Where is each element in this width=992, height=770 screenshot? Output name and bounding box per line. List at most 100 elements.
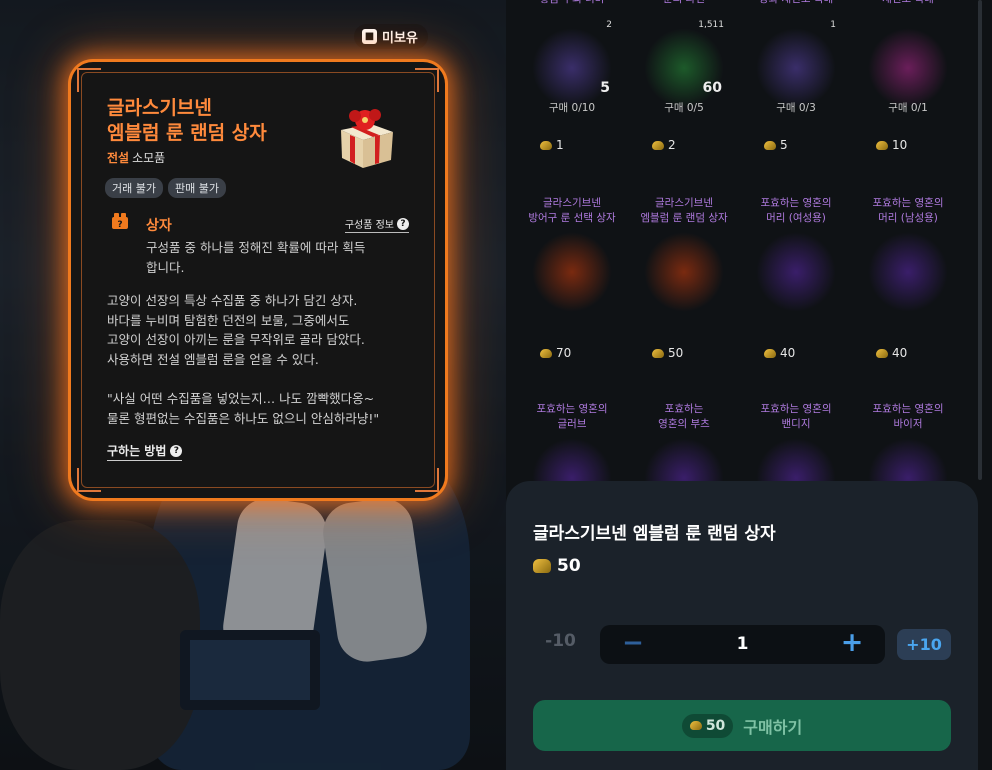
currency-icon bbox=[876, 140, 888, 150]
shop-item[interactable]: 글라스기브넨 방어구 룬 선택 상자 70 bbox=[516, 196, 628, 396]
how-to-get-link[interactable]: 구하는 방법 ? bbox=[107, 442, 183, 461]
purchase-limit: 구매 0/5 bbox=[664, 102, 704, 114]
shop-item-price: 10 bbox=[876, 138, 907, 152]
gold-bars-icon bbox=[532, 28, 612, 108]
purchase-item-name: 글라스기브넨 엠블럼 룬 랜덤 상자 bbox=[533, 524, 776, 544]
not-owned-badge: ■ 미보유 bbox=[354, 24, 428, 49]
shop-item-price-value: 2 bbox=[668, 138, 676, 152]
currency-icon bbox=[689, 721, 702, 730]
box-category-icon: ? bbox=[112, 213, 128, 230]
corner-ornament bbox=[77, 68, 101, 92]
buy-button[interactable]: 50 구매하기 bbox=[533, 700, 951, 751]
currency-icon bbox=[533, 559, 551, 573]
shop-item-price: 5 bbox=[764, 138, 788, 152]
potion-icon bbox=[756, 28, 836, 108]
currency-icon bbox=[876, 348, 888, 358]
shop-item-name: 포효하는 영혼의 머리 (여성용) bbox=[760, 197, 832, 224]
shop-item-price: 50 bbox=[652, 346, 683, 360]
shop-item-price-value: 10 bbox=[892, 138, 908, 152]
shop-item-price: 40 bbox=[876, 346, 907, 360]
shop-item-price: 1 bbox=[540, 138, 564, 152]
owned-count: 1,511 bbox=[698, 20, 724, 30]
shop-item-price-value: 50 bbox=[668, 346, 684, 360]
plus-ten-button[interactable]: +10 bbox=[897, 629, 951, 660]
shop-item-name: 포효하는 영혼의 바이저 bbox=[872, 403, 944, 430]
quantity-value[interactable]: 1 bbox=[710, 634, 775, 654]
corner-ornament bbox=[77, 468, 101, 492]
total-price-chip: 50 bbox=[681, 713, 734, 738]
component-info-link[interactable]: 구성품 정보 ? bbox=[344, 216, 409, 233]
shop-item-price-value: 1 bbox=[556, 138, 564, 152]
currency-icon bbox=[764, 348, 776, 358]
component-info-label: 구성품 정보 bbox=[344, 220, 394, 231]
grade-label: 전설 bbox=[107, 151, 130, 165]
currency-icon bbox=[652, 348, 664, 358]
scrollbar[interactable] bbox=[978, 0, 982, 480]
shop-item-price: 40 bbox=[764, 346, 795, 360]
shop-item-name: 포효하는 영혼의 머리 (남성용) bbox=[872, 197, 944, 224]
bundle-quantity: 60 bbox=[702, 80, 722, 96]
shop-item[interactable]: 황금 주괴 더미 2 5 구매 0/10 1 bbox=[516, 0, 628, 192]
item-title: 글라스기브넨 엠블럼 룬 랜덤 상자 bbox=[107, 96, 327, 146]
box-icon: ■ bbox=[362, 29, 377, 44]
currency-icon bbox=[540, 140, 552, 150]
currency-icon bbox=[652, 140, 664, 150]
shop-item-price-value: 40 bbox=[892, 346, 908, 360]
gift-box-icon bbox=[644, 232, 724, 312]
decrement-button[interactable]: − bbox=[620, 630, 646, 657]
help-icon: ? bbox=[170, 444, 183, 457]
item-title-line2: 엠블럼 룬 랜덤 상자 bbox=[107, 122, 267, 144]
shop-item-price-value: 5 bbox=[780, 138, 788, 152]
unit-price: 50 bbox=[533, 556, 581, 576]
rune-shards-icon bbox=[644, 28, 724, 108]
how-to-get-label: 구하는 방법 bbox=[107, 444, 167, 458]
svg-text:?: ? bbox=[117, 220, 122, 230]
item-type-label: 소모품 bbox=[132, 151, 166, 165]
shop-item-price-value: 70 bbox=[556, 346, 572, 360]
shop-item-name: 포효하는 영혼의 밴디지 bbox=[760, 403, 832, 430]
gift-box-icon bbox=[532, 232, 612, 312]
currency-icon bbox=[764, 140, 776, 150]
tag-untradeable: 거래 불가 bbox=[105, 178, 163, 198]
shop-item[interactable]: 포효하는 영혼의 머리 (남성용) 40 bbox=[852, 196, 964, 396]
helmet-icon bbox=[756, 232, 836, 312]
buy-label: 구매하기 bbox=[743, 717, 803, 737]
shop-item-name: 강화 재연소 촉매 bbox=[740, 0, 852, 7]
shop-item-name: 포효하는 영혼의 글러브 bbox=[536, 403, 608, 430]
currency-icon bbox=[540, 348, 552, 358]
shop-item-name: 황금 주괴 더미 bbox=[516, 0, 628, 7]
corner-ornament bbox=[415, 468, 439, 492]
gift-box-icon bbox=[341, 109, 393, 168]
item-description: 고양이 선장의 특상 수집품 중 하나가 담긴 상자. 바다를 누비며 탐험한 … bbox=[107, 293, 380, 426]
shop-item[interactable]: 재연소 촉매구매 0/1 10 bbox=[852, 0, 964, 192]
shop-item[interactable]: 강화 재연소 촉매 1 구매 0/3 5 bbox=[740, 0, 852, 192]
shop-item-name: 글라스기브넨 방어구 룬 선택 상자 bbox=[528, 197, 616, 224]
item-grade: 전설 소모품 bbox=[107, 149, 165, 166]
minus-ten-button[interactable]: -10 bbox=[533, 631, 588, 651]
shop-item-name: 포효하는 영혼의 부츠 bbox=[658, 403, 710, 430]
shop-item-price: 70 bbox=[540, 346, 571, 360]
purchase-limit: 구매 0/10 bbox=[548, 102, 596, 114]
shop-item-name: 재연소 촉매 bbox=[852, 0, 964, 7]
shop-item[interactable]: 룬의 파편 1,511 60 구매 0/5 2 bbox=[628, 0, 740, 192]
not-owned-label: 미보유 bbox=[382, 31, 418, 46]
item-tooltip: 글라스기브넨 엠블럼 룬 랜덤 상자 전설 소모품 거래 불가 판매 불가 ? 상… bbox=[71, 62, 445, 498]
bundle-quantity: 5 bbox=[600, 80, 610, 96]
corner-ornament bbox=[415, 68, 439, 92]
shop-item[interactable]: 글라스기브넨 엠블럼 룬 랜덤 상자 50 bbox=[628, 196, 740, 396]
purchase-limit: 구매 0/3 bbox=[776, 102, 816, 114]
category-label: 상자 bbox=[146, 218, 172, 234]
increment-button[interactable]: + bbox=[839, 629, 865, 657]
shop-item[interactable]: 포효하는 영혼의 머리 (여성용) 40 bbox=[740, 196, 852, 396]
unit-price-value: 50 bbox=[557, 556, 581, 576]
item-tags: 거래 불가 판매 불가 bbox=[105, 178, 226, 198]
shop-item-name: 글라스기브넨 엠블럼 룬 랜덤 상자 bbox=[640, 197, 728, 224]
purchase-limit: 구매 0/1 bbox=[888, 102, 928, 114]
owned-count: 1 bbox=[830, 20, 836, 30]
helmet-icon bbox=[868, 232, 948, 312]
tag-unsellable: 판매 불가 bbox=[167, 178, 226, 198]
shop-item-price-value: 40 bbox=[780, 346, 796, 360]
item-title-line1: 글라스기브넨 bbox=[107, 97, 212, 119]
shop-item-name: 룬의 파편 bbox=[628, 0, 740, 7]
purchase-panel: 글라스기브넨 엠블럼 룬 랜덤 상자 50 -10 − 1 + +10 50 구… bbox=[506, 481, 978, 770]
